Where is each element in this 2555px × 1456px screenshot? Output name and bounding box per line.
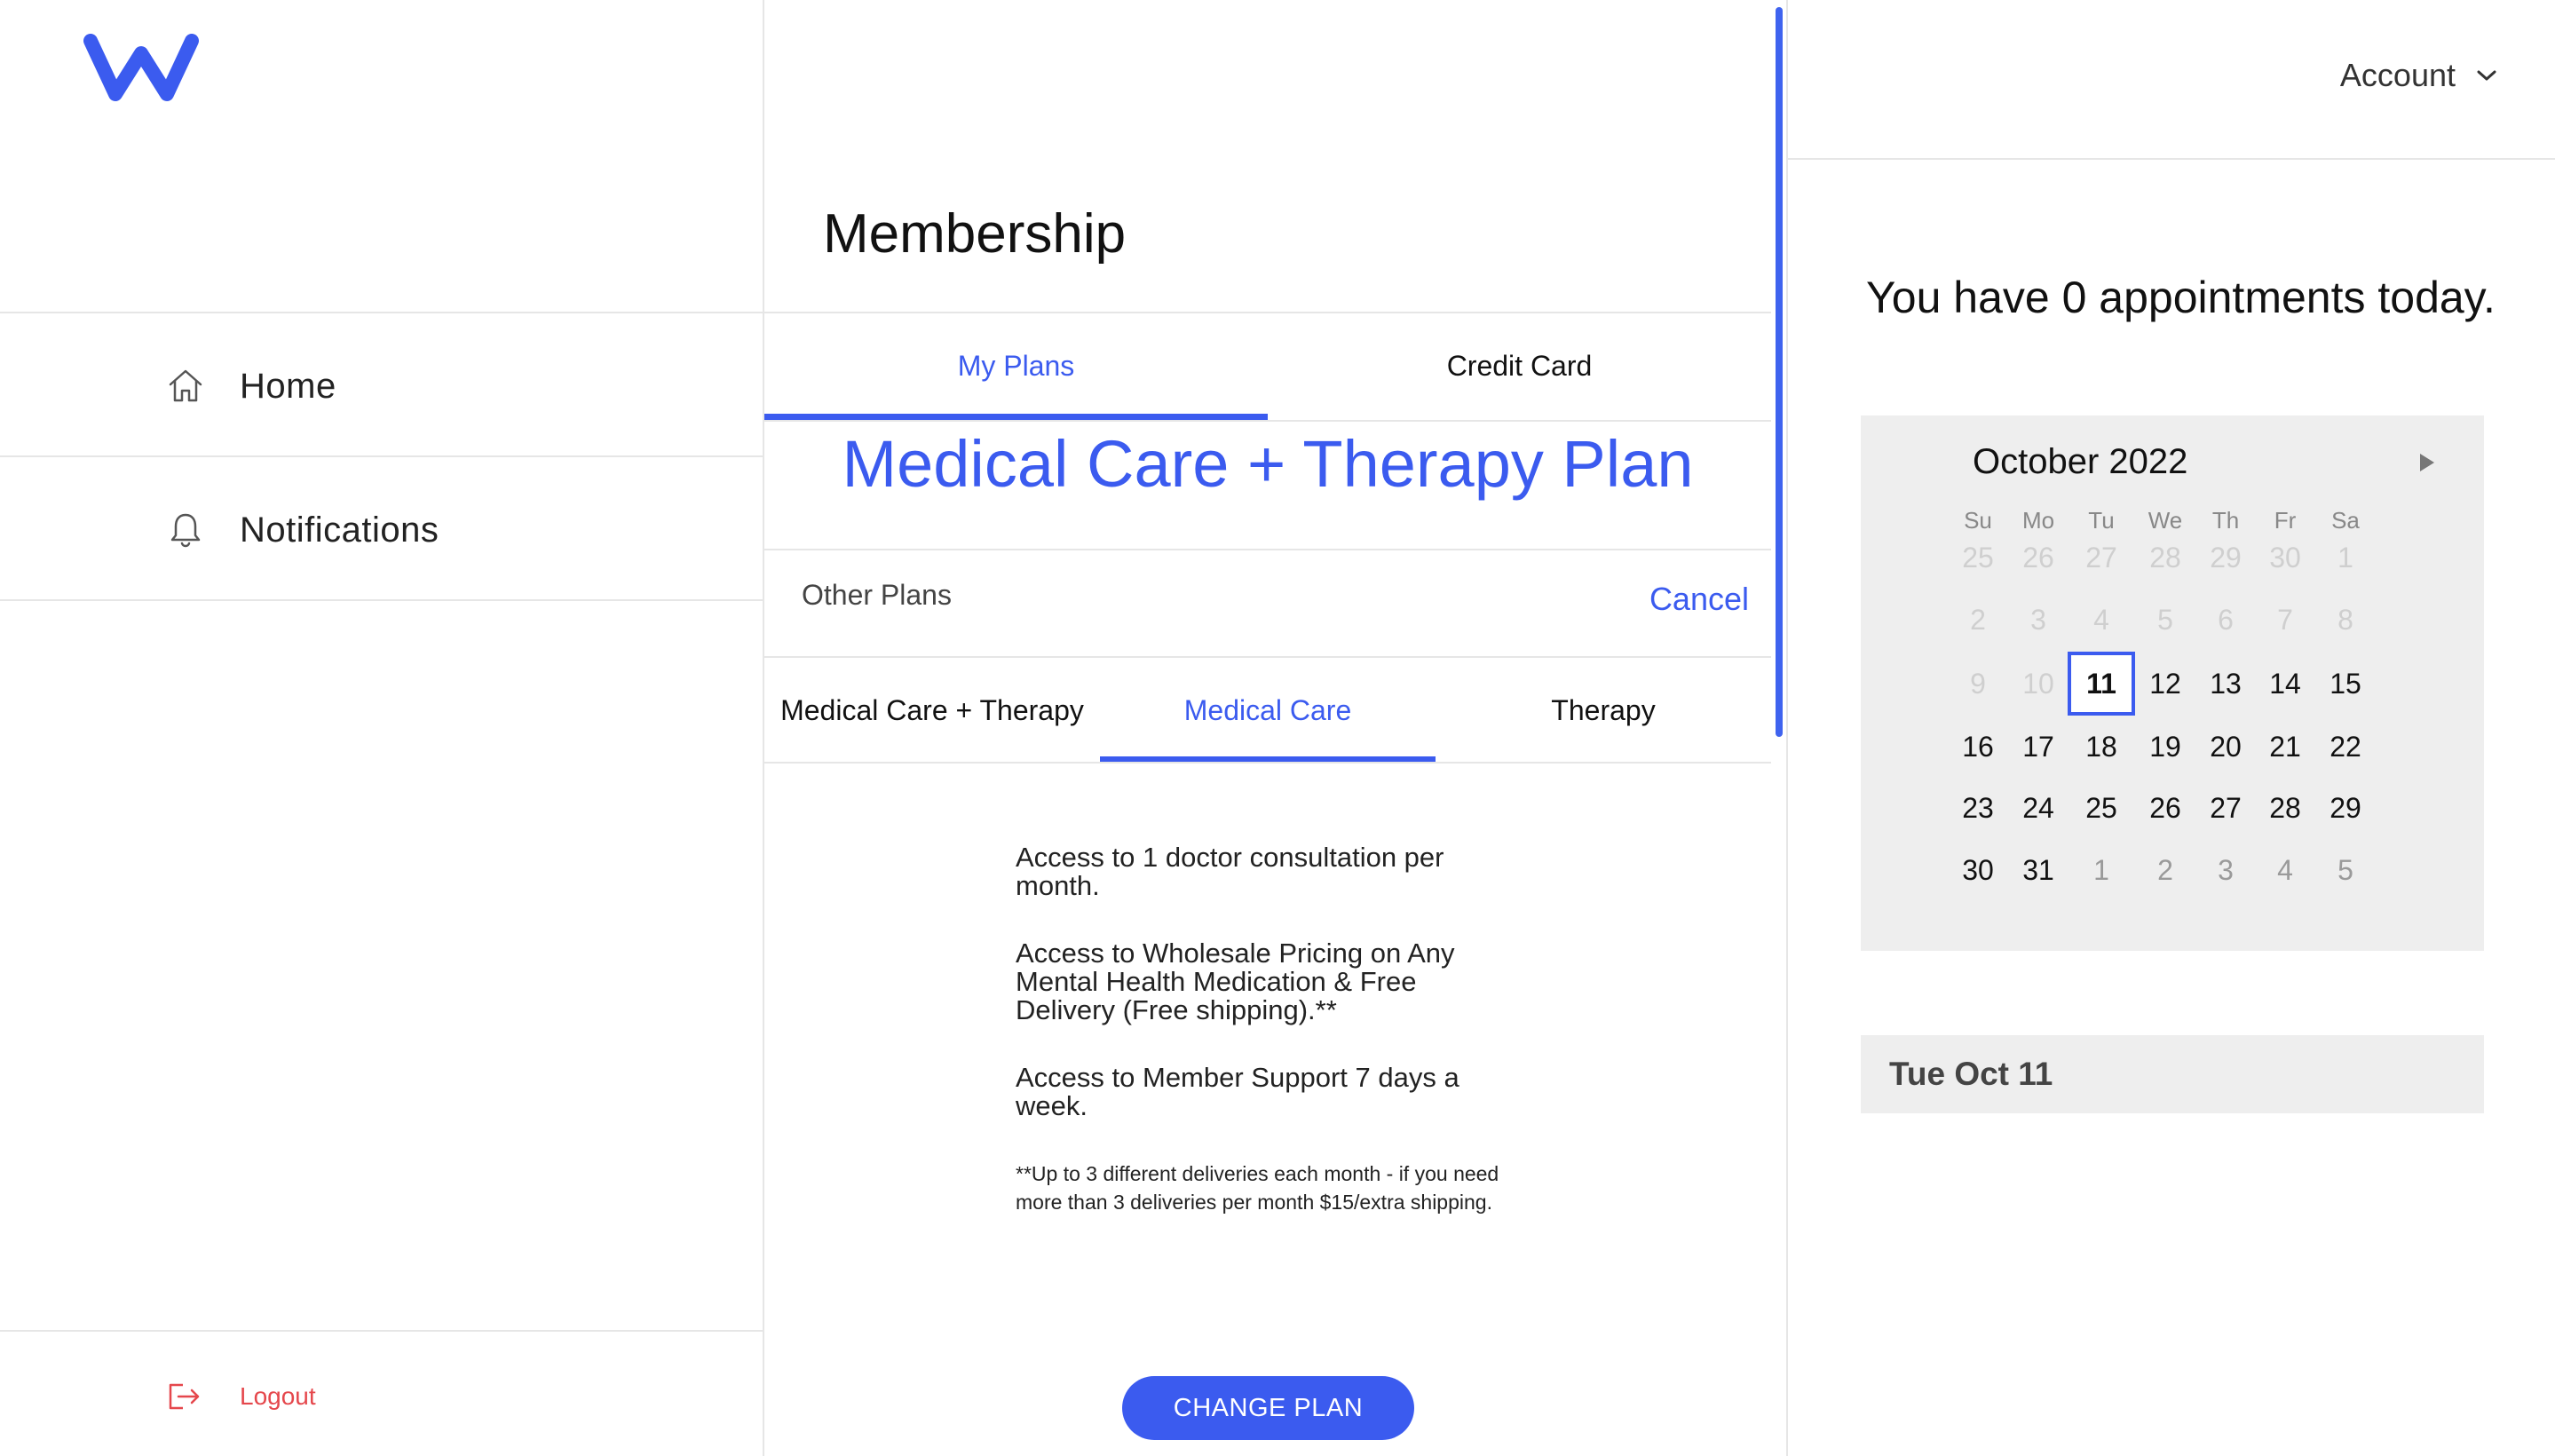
calendar-day[interactable]: 16: [1944, 715, 2012, 779]
selected-date-label: Tue Oct 11: [1861, 1035, 2484, 1113]
calendar-day[interactable]: 23: [1944, 776, 2012, 840]
logout-button[interactable]: Logout: [167, 1374, 316, 1419]
appointments-message: You have 0 appointments today.: [1866, 273, 2496, 322]
calendar-day[interactable]: 3: [2192, 838, 2259, 902]
calendar-day[interactable]: 25: [2068, 776, 2135, 840]
feature-item: Access to 1 doctor consultation per mont…: [1016, 842, 1444, 901]
sidebar-item-label: Home: [240, 366, 336, 406]
calendar-day: 4: [2093, 604, 2109, 636]
calendar-day: 2: [1970, 604, 1986, 636]
current-plan-title: Medical Care + Therapy Plan: [842, 427, 1694, 501]
calendar-day: 8: [2337, 604, 2353, 636]
calendar-day[interactable]: 26: [2132, 776, 2199, 840]
right-panel: Account You have 0 appointments today. O…: [1788, 0, 2555, 1456]
calendar-day[interactable]: 4: [2251, 838, 2319, 902]
calendar-day: 25: [1962, 542, 1994, 574]
sidebar: Home Notifications Logout: [0, 0, 764, 1456]
calendar-day[interactable]: 28: [2251, 776, 2319, 840]
calendar-day[interactable]: 13: [2192, 652, 2259, 716]
calendar-day: 27: [2085, 542, 2117, 574]
calendar-month-label: October 2022: [1973, 442, 2188, 481]
divider: [764, 420, 1771, 422]
membership-panel: Membership My Plans Credit Card Medical …: [764, 0, 1788, 1456]
calendar-day: 7: [2277, 604, 2293, 636]
calendar-day: 9: [1970, 668, 1986, 700]
calendar-day[interactable]: 29: [2312, 776, 2379, 840]
other-plans-label: Other Plans: [802, 579, 952, 611]
tab-credit-card[interactable]: Credit Card: [1268, 313, 1771, 418]
calendar-day[interactable]: 14: [2251, 652, 2319, 716]
sidebar-divider: [0, 1330, 763, 1332]
account-label: Account: [2339, 57, 2456, 93]
home-icon: [169, 369, 202, 402]
divider: [1788, 158, 2555, 160]
tab-therapy[interactable]: Therapy: [1436, 658, 1771, 763]
calendar-day: 5: [2157, 604, 2173, 636]
tab-medical-care-therapy[interactable]: Medical Care + Therapy: [764, 658, 1100, 763]
sidebar-divider: [0, 455, 763, 457]
calendar-day[interactable]: 12: [2132, 652, 2199, 716]
calendar-day[interactable]: 24: [2005, 776, 2072, 840]
divider: [764, 549, 1771, 550]
calendar-day[interactable]: 22: [2312, 715, 2379, 779]
sidebar-item-notifications[interactable]: Notifications: [0, 460, 763, 600]
calendar-day: 3: [2030, 604, 2046, 636]
calendar-day: 6: [2218, 604, 2234, 636]
page-title: Membership: [823, 203, 1127, 265]
sidebar-item-home[interactable]: Home: [0, 316, 763, 456]
calendar-day: 29: [2210, 542, 2242, 574]
cancel-button[interactable]: Cancel: [1649, 581, 1749, 618]
calendar-day[interactable]: 21: [2251, 715, 2319, 779]
sidebar-divider: [0, 312, 763, 313]
chevron-down-icon: [2477, 70, 2496, 81]
logout-icon: [169, 1383, 200, 1410]
logout-label: Logout: [240, 1382, 316, 1410]
brand-logo[interactable]: [82, 34, 201, 105]
feature-item: Access to Wholesale Pricing on Any Menta…: [1016, 938, 1455, 1025]
sidebar-item-label: Notifications: [240, 510, 439, 550]
calendar-day[interactable]: 20: [2192, 715, 2259, 779]
sidebar-divider: [0, 599, 763, 601]
calendar-day[interactable]: 1: [2068, 838, 2135, 902]
plan-features: Access to 1 doctor consultation per mont…: [1016, 843, 1513, 1237]
calendar-day: 10: [2022, 668, 2054, 700]
change-plan-button[interactable]: CHANGE PLAN: [1122, 1376, 1414, 1440]
calendar-day: 26: [2022, 542, 2054, 574]
calendar-day[interactable]: 15: [2312, 652, 2379, 716]
account-menu[interactable]: Account: [2340, 57, 2498, 94]
calendar-day[interactable]: 5: [2312, 838, 2379, 902]
calendar-day[interactable]: 27: [2192, 776, 2259, 840]
bell-icon: [170, 513, 201, 548]
feature-item: Access to Member Support 7 days a week.: [1016, 1062, 1459, 1121]
calendar-day[interactable]: 31: [2005, 838, 2072, 902]
plan-tabs: Medical Care + Therapy Medical Care Ther…: [764, 658, 1771, 763]
calendar: October 2022 Su Mo Tu We Th Fr Sa 25 26 27 28 29 30 1…: [1861, 415, 2484, 951]
calendar-day: 28: [2149, 542, 2181, 574]
calendar-day[interactable]: 19: [2132, 715, 2199, 779]
calendar-day: 1: [2337, 542, 2353, 574]
scrollbar[interactable]: [1776, 7, 1783, 737]
membership-tabs: My Plans Credit Card: [764, 313, 1771, 420]
calendar-day[interactable]: 17: [2005, 715, 2072, 779]
calendar-day[interactable]: 18: [2068, 715, 2135, 779]
calendar-day[interactable]: 2: [2132, 838, 2199, 902]
next-month-icon[interactable]: [2415, 451, 2438, 474]
shipping-footnote: **Up to 3 different deliveries each mont…: [1016, 1162, 1499, 1214]
calendar-day: 30: [2269, 542, 2301, 574]
divider: [764, 762, 1771, 764]
calendar-day-today[interactable]: 11: [2068, 652, 2135, 716]
tab-my-plans[interactable]: My Plans: [764, 313, 1268, 420]
tab-medical-care[interactable]: Medical Care: [1100, 658, 1436, 763]
calendar-day[interactable]: 30: [1944, 838, 2012, 902]
